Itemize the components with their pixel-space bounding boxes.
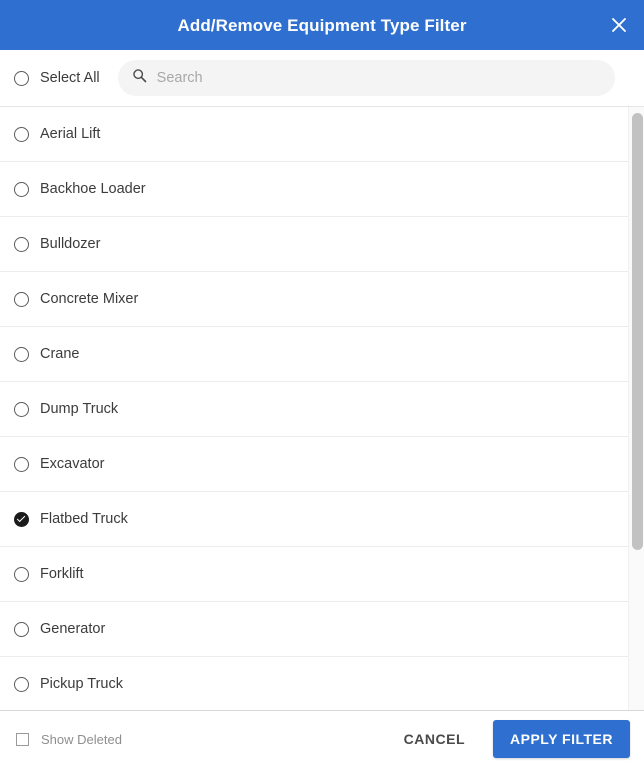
list-item-label: Generator [40, 621, 106, 637]
list-item-label: Dump Truck [40, 401, 119, 417]
close-button[interactable] [602, 8, 636, 42]
list-item[interactable]: Aerial Lift [0, 107, 628, 162]
close-icon [609, 15, 629, 35]
select-all-label: Select All [40, 70, 100, 86]
circle-icon[interactable] [14, 456, 29, 472]
list-item[interactable]: Flatbed Truck [0, 492, 628, 547]
dialog-footer: Show Deleted CANCEL APPLY FILTER [0, 710, 644, 767]
select-all-checkbox[interactable]: Select All [14, 70, 112, 86]
list-item[interactable]: Pickup Truck [0, 657, 628, 710]
list-item-label: Bulldozer [40, 236, 101, 252]
list-item-label: Crane [40, 346, 80, 362]
apply-filter-button[interactable]: APPLY FILTER [493, 720, 630, 758]
circle-icon[interactable] [14, 291, 29, 307]
search-input[interactable] [156, 70, 601, 86]
circle-icon[interactable] [14, 236, 29, 252]
dialog-header: Add/Remove Equipment Type Filter [0, 0, 644, 50]
list-item-label: Backhoe Loader [40, 181, 146, 197]
search-icon [132, 68, 147, 88]
list-item[interactable]: Excavator [0, 437, 628, 492]
circle-icon[interactable] [14, 676, 29, 692]
list-item[interactable]: Concrete Mixer [0, 272, 628, 327]
list-item[interactable]: Dump Truck [0, 382, 628, 437]
list-scrollbar-thumb[interactable] [632, 113, 643, 550]
list-item[interactable]: Forklift [0, 547, 628, 602]
circle-icon[interactable] [14, 566, 29, 582]
search-field[interactable] [117, 60, 615, 96]
list-item-label: Excavator [40, 456, 105, 472]
circle-icon[interactable] [14, 401, 29, 417]
list-item[interactable]: Backhoe Loader [0, 162, 628, 217]
list-item-label: Aerial Lift [40, 126, 101, 142]
select-all-circle-icon [14, 70, 29, 86]
list-item-label: Pickup Truck [40, 676, 123, 692]
list-item-label: Forklift [40, 566, 84, 582]
circle-icon[interactable] [14, 126, 29, 142]
list-item[interactable]: Crane [0, 327, 628, 382]
equipment-type-list: Aerial Lift Backhoe Loader Bulldozer Concre… [0, 107, 644, 710]
cancel-button[interactable]: CANCEL [390, 721, 479, 757]
circle-icon[interactable] [14, 346, 29, 362]
list-item[interactable]: Bulldozer [0, 217, 628, 272]
show-deleted-square-icon [16, 732, 29, 746]
list-scrollbar-track[interactable] [628, 107, 644, 710]
equipment-type-filter-dialog: Add/Remove Equipment Type Filter Select … [0, 0, 644, 767]
list-item-label: Flatbed Truck [40, 511, 128, 527]
filter-toolbar: Select All [0, 50, 644, 107]
show-deleted-checkbox[interactable]: Show Deleted [16, 732, 122, 747]
check-circle-filled-icon[interactable] [14, 511, 29, 527]
list-scroll-viewport: Aerial Lift Backhoe Loader Bulldozer Concre… [0, 107, 628, 710]
list-item-label: Concrete Mixer [40, 291, 139, 307]
circle-icon[interactable] [14, 621, 29, 637]
circle-icon[interactable] [14, 181, 29, 197]
page-title: Add/Remove Equipment Type Filter [177, 15, 467, 35]
show-deleted-label: Show Deleted [41, 731, 122, 747]
list-item[interactable]: Generator [0, 602, 628, 657]
